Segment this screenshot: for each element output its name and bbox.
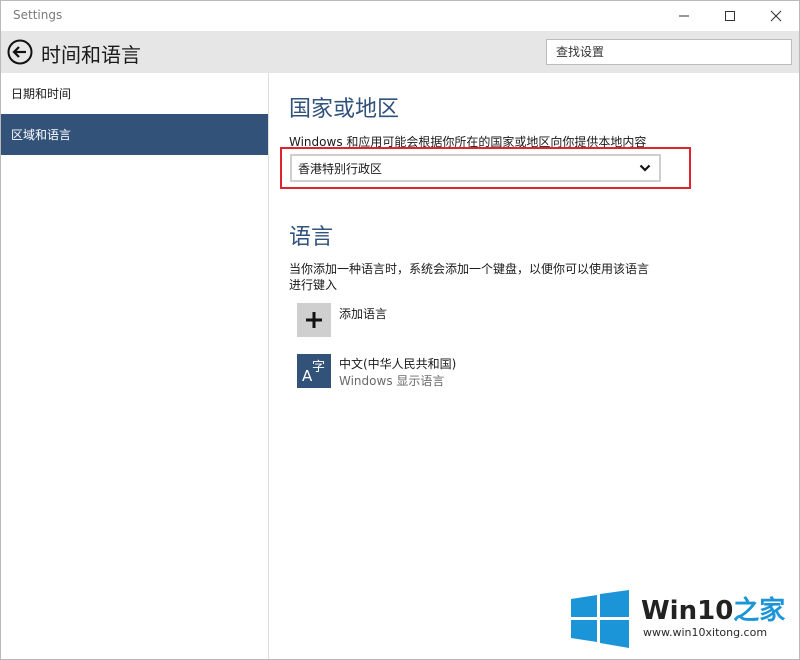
sidebar-item-label: 区域和语言 (11, 128, 72, 142)
watermark-brand-accent: 之家 (733, 596, 786, 626)
language-subtitle: Windows 显示语言 (339, 374, 445, 388)
sidebar-item-label: 日期和时间 (11, 87, 72, 101)
header-bar: 时间和语言 (1, 31, 799, 73)
maximize-icon (725, 11, 735, 21)
add-language-button[interactable]: 添加语言 (297, 303, 597, 339)
chevron-down-icon (639, 164, 651, 172)
watermark-url: www.win10xitong.com (643, 626, 768, 639)
sidebar-item-date-time[interactable]: 日期和时间 (1, 73, 268, 114)
add-language-label: 添加语言 (339, 307, 388, 321)
minimize-icon (679, 15, 689, 17)
add-language-tile (297, 303, 331, 337)
close-button[interactable] (753, 1, 799, 31)
window-title: Settings (13, 8, 63, 22)
back-button[interactable] (7, 39, 33, 65)
language-name: 中文(中华人民共和国) (339, 357, 457, 371)
watermark-brand-main: Win10 (641, 596, 734, 626)
language-icon: A 字 (302, 360, 325, 385)
language-icon-han: 字 (312, 360, 325, 375)
minimize-button[interactable] (661, 1, 707, 31)
title-bar: Settings (1, 1, 799, 31)
close-icon (770, 10, 782, 22)
watermark-brand: Win10之家 (641, 590, 785, 627)
language-tile: A 字 (297, 354, 331, 388)
page-title: 时间和语言 (41, 43, 141, 67)
watermark: Win10之家 www.win10xitong.com (569, 586, 794, 652)
plus-icon (306, 312, 322, 328)
language-description-line1: 当你添加一种语言时，系统会添加一个键盘，以便你可以使用该语言 (289, 262, 650, 276)
main-content: 国家或地区 Windows 和应用可能会根据你所在的国家或地区向你提供本地内容 … (269, 73, 799, 659)
sidebar: 日期和时间 区域和语言 (1, 73, 269, 659)
region-dropdown[interactable]: 香港特别行政区 (290, 154, 661, 182)
settings-window: Settings 时间和语言 查找设置 日期和时间 区域和语言 国家或地区 Wi… (0, 0, 800, 660)
windows-logo-icon (571, 590, 629, 648)
region-dropdown-value: 香港特别行政区 (298, 162, 383, 176)
maximize-button[interactable] (707, 1, 753, 31)
language-section-title: 语言 (289, 225, 334, 250)
sidebar-item-region-language[interactable]: 区域和语言 (1, 114, 268, 155)
language-item[interactable]: A 字 中文(中华人民共和国) Windows 显示语言 (297, 354, 597, 390)
search-input[interactable] (546, 39, 792, 65)
back-arrow-icon (7, 39, 33, 65)
region-section-title: 国家或地区 (289, 97, 400, 122)
language-description-line2: 进行键入 (289, 278, 338, 292)
